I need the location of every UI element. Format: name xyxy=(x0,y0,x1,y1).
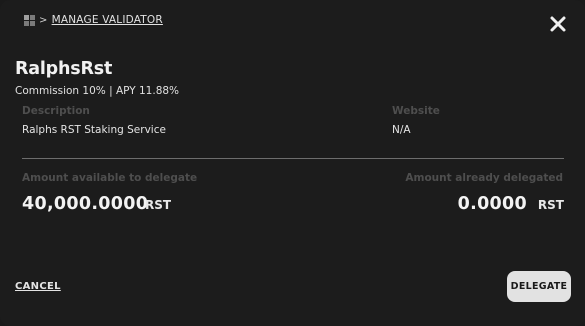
manage-validator-modal: > MANAGE VALIDATOR RalphsRst Commission … xyxy=(0,0,585,326)
delegated-label: Amount already delegated xyxy=(405,172,563,184)
available-amount: 40,000.0000 xyxy=(22,194,149,214)
description-value: Ralphs RST Staking Service xyxy=(22,124,166,136)
divider xyxy=(22,158,564,159)
delegated-unit: RST xyxy=(537,198,564,212)
website-value: N/A xyxy=(392,124,411,136)
close-icon[interactable] xyxy=(548,14,568,34)
breadcrumb-current[interactable]: MANAGE VALIDATOR xyxy=(52,14,163,26)
breadcrumb: > MANAGE VALIDATOR xyxy=(24,14,163,26)
description-label: Description xyxy=(22,105,90,117)
delegate-button[interactable]: DELEGATE xyxy=(507,271,571,302)
website-label: Website xyxy=(392,105,440,117)
available-label: Amount available to delegate xyxy=(22,172,198,184)
delegated-amount: 0.0000 xyxy=(457,194,527,214)
grid-icon[interactable] xyxy=(24,14,35,26)
cancel-button[interactable]: CANCEL xyxy=(15,281,61,292)
breadcrumb-separator: > xyxy=(39,14,48,26)
available-unit: RST xyxy=(145,198,172,212)
validator-name: RalphsRst xyxy=(15,59,113,79)
validator-summary: Commission 10% | APY 11.88% xyxy=(15,85,180,97)
